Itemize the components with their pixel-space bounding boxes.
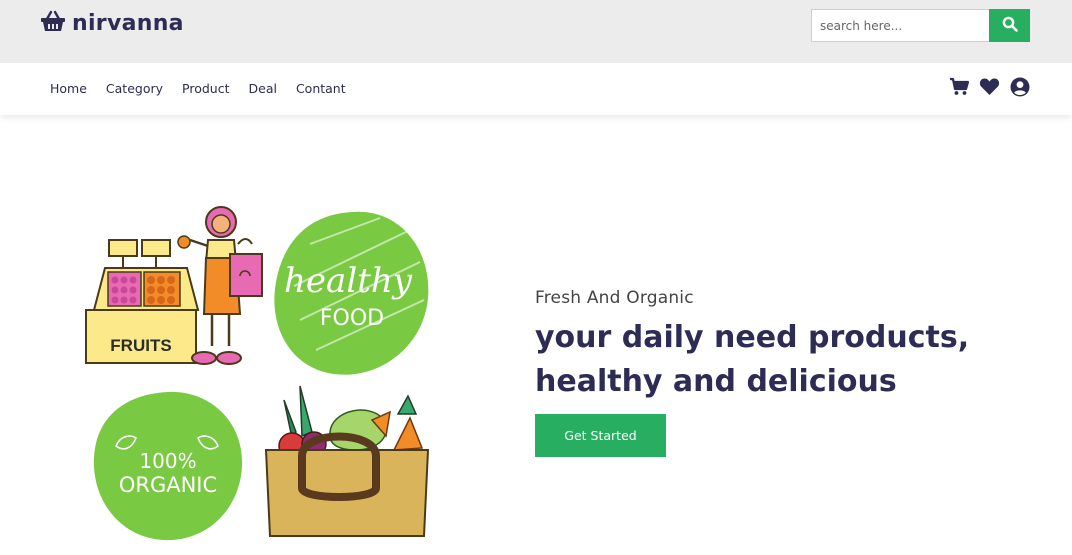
nav-link-deal[interactable]: Deal <box>249 81 277 96</box>
healthy-food-badge: healthy FOOD <box>274 211 429 375</box>
hero-illustration: FRUITS healthy FOOD 100% ORGANIC <box>80 200 440 545</box>
search-input[interactable] <box>811 9 989 42</box>
nav-links: Home Category Product Deal Contant <box>50 81 346 96</box>
brand-name: nirvanna <box>72 10 184 36</box>
basket-icon <box>40 10 66 36</box>
search-bar <box>811 9 1030 42</box>
nav-link-home[interactable]: Home <box>50 81 87 96</box>
food-text: FOOD <box>320 306 384 331</box>
fruit-stall-illustration: FRUITS <box>85 239 200 364</box>
nav-link-category[interactable]: Category <box>106 81 163 96</box>
organic-percent-text: 100% <box>139 449 196 473</box>
search-icon <box>1002 16 1018 35</box>
hero-headline: your daily need products, healthy and de… <box>535 320 970 399</box>
hero-content: Fresh And Organic your daily need produc… <box>535 288 1045 457</box>
brand-logo[interactable]: nirvanna <box>40 10 184 36</box>
organic-badge: 100% ORGANIC <box>93 391 243 541</box>
healthy-text: healthy <box>284 261 413 301</box>
top-header: nirvanna <box>0 0 1072 63</box>
fruits-label: FRUITS <box>110 336 171 355</box>
nav-link-product[interactable]: Product <box>182 81 229 96</box>
nav-icons <box>949 76 1030 97</box>
search-button[interactable] <box>989 9 1030 42</box>
heart-icon[interactable] <box>979 76 1000 97</box>
user-icon[interactable] <box>1009 76 1030 97</box>
main-navbar: Home Category Product Deal Contant <box>0 63 1072 115</box>
vegetable-bag-illustration <box>264 385 430 537</box>
hero-subtitle: Fresh And Organic <box>535 288 694 308</box>
get-started-button[interactable]: Get Started <box>535 414 666 457</box>
nav-link-contant[interactable]: Contant <box>296 81 346 96</box>
cart-icon[interactable] <box>949 76 970 97</box>
organic-text: ORGANIC <box>119 473 217 497</box>
